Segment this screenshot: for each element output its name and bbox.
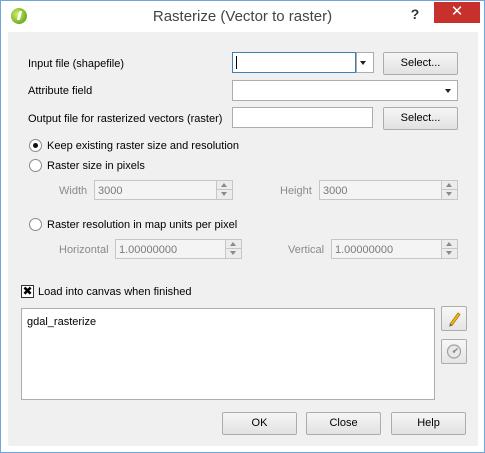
input-file-select-button[interactable]: Select...: [383, 52, 458, 75]
vertical-spinbox[interactable]: 1.00000000: [331, 239, 458, 259]
reset-command-button[interactable]: [441, 339, 467, 364]
output-file-field[interactable]: [232, 107, 373, 128]
height-label: Height: [280, 185, 312, 197]
width-spin-up[interactable]: [217, 181, 232, 190]
input-file-dropdown[interactable]: [356, 52, 374, 73]
output-file-select-button[interactable]: Select...: [383, 107, 458, 130]
command-text: gdal_rasterize: [27, 316, 97, 328]
horizontal-spin-buttons: [225, 240, 241, 258]
height-spin-buttons: [441, 181, 457, 199]
rasterize-dialog: Rasterize (Vector to raster) ? ✕ Input f…: [0, 0, 485, 453]
height-spin-up[interactable]: [442, 181, 457, 190]
input-file-label: Input file (shapefile): [28, 58, 124, 70]
chevron-up-icon: [446, 242, 452, 246]
title-close-button[interactable]: ✕: [434, 2, 480, 23]
close-button[interactable]: Close: [306, 412, 381, 435]
raster-resolution-radio[interactable]: [29, 218, 42, 231]
output-file-label: Output file for rasterized vectors (rast…: [28, 113, 223, 125]
raster-size-radio[interactable]: [29, 159, 42, 172]
vertical-value: 1.00000000: [335, 244, 394, 256]
height-value: 3000: [323, 185, 348, 197]
ok-button[interactable]: OK: [222, 412, 297, 435]
load-canvas-label: Load into canvas when finished: [38, 286, 192, 298]
width-spin-down[interactable]: [217, 190, 232, 199]
keep-existing-radio[interactable]: [29, 139, 42, 152]
chevron-down-icon: [446, 251, 452, 255]
horizontal-value: 1.00000000: [119, 244, 178, 256]
pencil-icon: [449, 312, 461, 327]
chevron-up-icon: [230, 242, 236, 246]
horizontal-spinbox[interactable]: 1.00000000: [115, 239, 242, 259]
width-value: 3000: [98, 185, 123, 197]
horizontal-spin-up[interactable]: [226, 240, 241, 249]
height-spinbox[interactable]: 3000: [319, 180, 458, 200]
attribute-field-combo[interactable]: [232, 80, 458, 101]
horizontal-spin-down[interactable]: [226, 249, 241, 258]
text-caret: [236, 56, 237, 69]
dialog-body: Input file (shapefile) Select... Attribu…: [9, 32, 478, 446]
width-spinbox[interactable]: 3000: [94, 180, 233, 200]
chevron-down-icon: [230, 251, 236, 255]
input-file-dropdown-arrow[interactable]: [356, 53, 373, 72]
chevron-down-icon: [360, 61, 366, 65]
keep-existing-label: Keep existing raster size and resolution: [47, 140, 239, 152]
chevron-down-icon: [445, 89, 451, 93]
vertical-spin-buttons: [441, 240, 457, 258]
chevron-down-icon: [221, 192, 227, 196]
attribute-field-arrow[interactable]: [440, 81, 457, 100]
horizontal-label: Horizontal: [59, 244, 109, 256]
title-bar: Rasterize (Vector to raster) ? ✕: [1, 1, 484, 32]
width-label: Width: [59, 185, 88, 197]
vertical-spin-up[interactable]: [442, 240, 457, 249]
chevron-up-icon: [221, 183, 227, 187]
command-textarea[interactable]: gdal_rasterize: [21, 308, 435, 400]
width-spin-buttons: [216, 181, 232, 199]
chevron-up-icon: [446, 183, 452, 187]
chevron-down-icon: [446, 192, 452, 196]
attribute-field-label: Attribute field: [28, 85, 93, 97]
edit-command-button[interactable]: [441, 306, 467, 331]
reset-icon: [446, 344, 462, 359]
title-help-button[interactable]: ?: [402, 4, 428, 24]
raster-resolution-label: Raster resolution in map units per pixel: [47, 219, 238, 231]
vertical-label: Vertical: [288, 244, 325, 256]
load-canvas-checkbox[interactable]: ✖: [21, 285, 34, 298]
height-spin-down[interactable]: [442, 190, 457, 199]
raster-size-label: Raster size in pixels: [47, 160, 145, 172]
help-button[interactable]: Help: [391, 412, 466, 435]
input-file-field[interactable]: [232, 52, 356, 73]
vertical-spin-down[interactable]: [442, 249, 457, 258]
